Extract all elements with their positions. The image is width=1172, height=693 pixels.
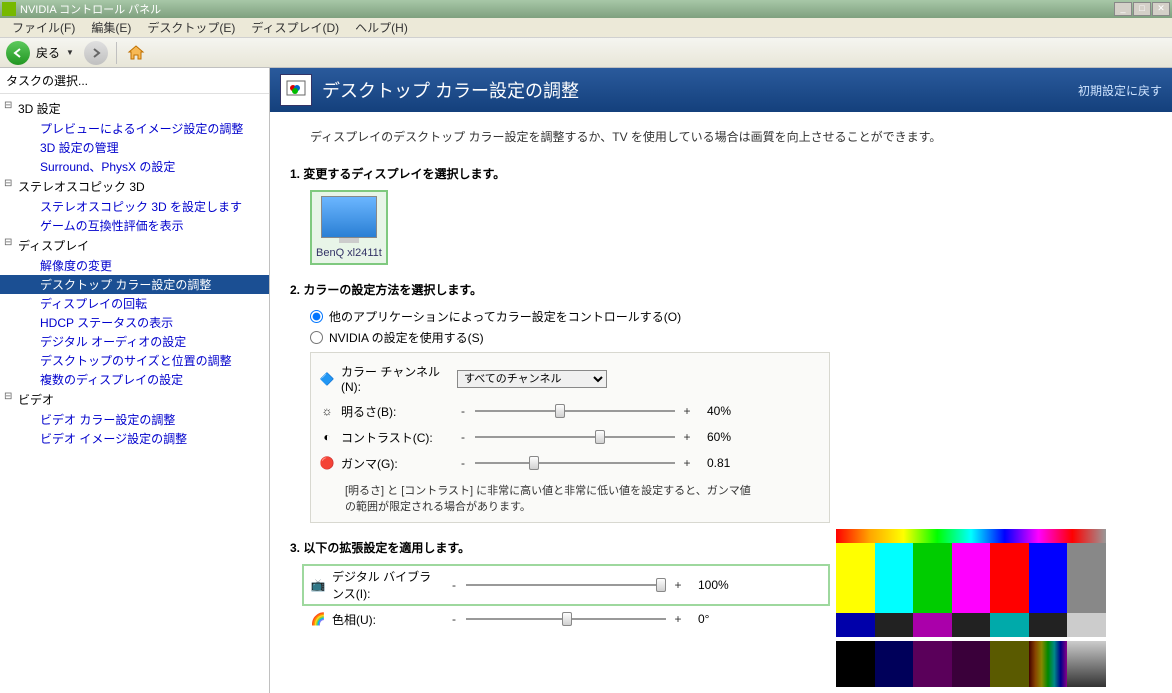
back-button[interactable] — [6, 41, 30, 65]
vibrance-icon: 📺 — [310, 577, 326, 593]
brightness-icon: ☼ — [319, 403, 335, 419]
menu-edit[interactable]: 編集(E) — [83, 17, 139, 38]
monitor-label: BenQ xl2411t — [316, 247, 382, 259]
tree-item[interactable]: デジタル オーディオの設定 — [0, 332, 269, 351]
vibrance-value: 100% — [690, 578, 730, 592]
tree-group-stereo[interactable]: ステレオスコピック 3D — [0, 176, 269, 197]
page-header: デスクトップ カラー設定の調整 初期設定に戻す — [270, 68, 1172, 112]
hue-value: 0° — [690, 612, 730, 626]
tree-group-3d[interactable]: 3D 設定 — [0, 98, 269, 119]
back-label: 戻る — [36, 44, 60, 61]
menubar: ファイル(F) 編集(E) デスクトップ(E) ディスプレイ(D) ヘルプ(H) — [0, 18, 1172, 38]
monitor-item[interactable]: BenQ xl2411t — [310, 190, 388, 265]
brightness-slider[interactable] — [475, 402, 675, 420]
contrast-value: 60% — [699, 430, 739, 444]
menu-file[interactable]: ファイル(F) — [4, 17, 83, 38]
gamma-value: 0.81 — [699, 456, 739, 470]
page-title: デスクトップ カラー設定の調整 — [322, 77, 1078, 103]
menu-display[interactable]: ディスプレイ(D) — [243, 17, 347, 38]
monitor-base — [339, 238, 359, 243]
radio-other-label: 他のアプリケーションによってカラー設定をコントロールする(O) — [329, 308, 681, 325]
plus-icon: + — [672, 612, 684, 626]
tree-item[interactable]: Surround、PhysX の設定 — [0, 157, 269, 176]
tree-item-selected[interactable]: デスクトップ カラー設定の調整 — [0, 275, 269, 294]
tree-item[interactable]: 3D 設定の管理 — [0, 138, 269, 157]
forward-button[interactable] — [84, 41, 108, 65]
vibrance-label: デジタル バイブランス(I): — [332, 568, 442, 602]
gamma-icon: 🔴 — [319, 455, 335, 471]
home-button[interactable] — [125, 42, 147, 64]
radio-nvidia-label: NVIDIA の設定を使用する(S) — [329, 329, 484, 346]
reference-area: 参照イメージ: 1 2 3 — [836, 529, 1106, 693]
plus-icon: + — [681, 404, 693, 418]
plus-icon: + — [681, 430, 693, 444]
minus-icon: - — [457, 404, 469, 418]
minus-icon: - — [457, 430, 469, 444]
toolbar: 戻る ▼ — [0, 38, 1172, 68]
channel-select[interactable]: すべてのチャンネル — [457, 370, 607, 388]
radio-nvidia[interactable] — [310, 331, 323, 344]
contrast-label: コントラスト(C): — [341, 429, 451, 446]
close-button[interactable]: ✕ — [1152, 2, 1170, 16]
monitor-icon — [321, 196, 377, 238]
sidebar: タスクの選択... 3D 設定 プレビューによるイメージ設定の調整 3D 設定の… — [0, 68, 270, 693]
plus-icon: + — [672, 578, 684, 592]
tree-item[interactable]: ビデオ カラー設定の調整 — [0, 410, 269, 429]
minimize-button[interactable]: _ — [1114, 2, 1132, 16]
section-select-display: 1. 変更するディスプレイを選択します。 BenQ xl2411t — [270, 155, 1172, 271]
back-dropdown[interactable]: ▼ — [66, 48, 74, 57]
hue-label: 色相(U): — [332, 611, 442, 628]
contrast-slider[interactable] — [475, 428, 675, 446]
hue-slider[interactable] — [466, 610, 666, 628]
reference-colorbars — [836, 529, 1106, 639]
tree-item[interactable]: プレビューによるイメージ設定の調整 — [0, 119, 269, 138]
section2-title: 2. カラーの設定方法を選択します。 — [290, 281, 1152, 298]
tree-item[interactable]: HDCP ステータスの表示 — [0, 313, 269, 332]
tree-group-display[interactable]: ディスプレイ — [0, 235, 269, 256]
minus-icon: - — [448, 612, 460, 626]
hue-icon: 🌈 — [310, 611, 326, 627]
task-tree: 3D 設定 プレビューによるイメージ設定の調整 3D 設定の管理 Surroun… — [0, 94, 269, 452]
brightness-label: 明るさ(B): — [341, 403, 451, 420]
menu-desktop[interactable]: デスクトップ(E) — [139, 17, 243, 38]
page-header-icon — [280, 74, 312, 106]
minus-icon: - — [457, 456, 469, 470]
tree-item[interactable]: ゲームの互換性評価を表示 — [0, 216, 269, 235]
gamma-label: ガンマ(G): — [341, 455, 451, 472]
tree-item[interactable]: ビデオ イメージ設定の調整 — [0, 429, 269, 448]
channel-label: カラー チャンネル(N): — [341, 363, 451, 394]
window-title: NVIDIA コントロール パネル — [20, 1, 1113, 17]
content: デスクトップ カラー設定の調整 初期設定に戻す ディスプレイのデスクトップ カラ… — [270, 68, 1172, 693]
brightness-value: 40% — [699, 404, 739, 418]
tree-item[interactable]: 解像度の変更 — [0, 256, 269, 275]
minus-icon: - — [448, 578, 460, 592]
radio-other-apps[interactable] — [310, 310, 323, 323]
tree-item[interactable]: デスクトップのサイズと位置の調整 — [0, 351, 269, 370]
section1-title: 1. 変更するディスプレイを選択します。 — [290, 165, 1152, 182]
contrast-icon: ◐ — [319, 429, 335, 445]
toolbar-separator — [116, 42, 117, 64]
sidebar-header: タスクの選択... — [0, 68, 269, 94]
tree-item[interactable]: ステレオスコピック 3D を設定します — [0, 197, 269, 216]
gamma-slider[interactable] — [475, 454, 675, 472]
menu-help[interactable]: ヘルプ(H) — [347, 17, 416, 38]
plus-icon: + — [681, 456, 693, 470]
maximize-button[interactable]: □ — [1133, 2, 1151, 16]
section-color-method: 2. カラーの設定方法を選択します。 他のアプリケーションによってカラー設定をコ… — [270, 271, 1172, 529]
tree-group-video[interactable]: ビデオ — [0, 389, 269, 410]
vibrance-slider[interactable] — [466, 576, 666, 594]
page-description: ディスプレイのデスクトップ カラー設定を調整するか、TV を使用している場合は画… — [270, 112, 1172, 155]
reference-darkbars — [836, 641, 1106, 687]
titlebar: NVIDIA コントロール パネル _ □ ✕ — [0, 0, 1172, 18]
channel-icon: 🔷 — [319, 371, 335, 387]
reset-link[interactable]: 初期設定に戻す — [1078, 82, 1162, 99]
nvidia-icon — [2, 2, 16, 16]
tree-item[interactable]: ディスプレイの回転 — [0, 294, 269, 313]
gamma-warning: [明るさ] と [コントラスト] に非常に高い値と非常に低い値を設定すると、ガン… — [319, 476, 759, 516]
tree-item[interactable]: 複数のディスプレイの設定 — [0, 370, 269, 389]
